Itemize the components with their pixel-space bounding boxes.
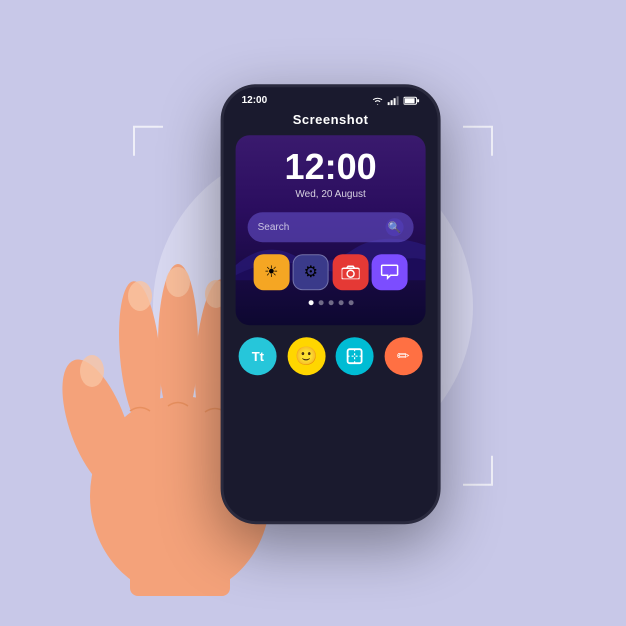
dot-5	[348, 300, 353, 305]
dot-1	[308, 300, 313, 305]
phone-mockup: 12:00	[221, 84, 441, 524]
messages-icon	[381, 264, 399, 280]
battery-icon	[404, 96, 420, 105]
status-icons	[372, 96, 420, 105]
status-time: 12:00	[242, 95, 268, 106]
clock-date: Wed, 20 August	[248, 189, 414, 200]
bottom-toolbar: Tt 🙂 ✏	[224, 329, 438, 379]
search-bar[interactable]: Search 🔍	[248, 212, 414, 242]
app-grid: ☀ ⚙	[248, 254, 414, 290]
search-icon[interactable]: 🔍	[386, 218, 404, 236]
app-icon-camera[interactable]	[332, 254, 368, 290]
toolbar-crop-btn[interactable]	[336, 337, 374, 375]
dot-2	[318, 300, 323, 305]
app-icon-settings[interactable]: ⚙	[293, 254, 329, 290]
signal-icon	[388, 96, 400, 105]
page-dots	[248, 300, 414, 305]
search-placeholder: Search	[258, 222, 386, 233]
corner-tr	[463, 126, 493, 156]
phone-body: 12:00	[221, 84, 441, 524]
app-icon-weather[interactable]: ☀	[253, 254, 289, 290]
clock-area: 12:00 Wed, 20 August Search 🔍 ☀ ⚙	[236, 135, 426, 325]
wifi-icon	[372, 96, 384, 105]
app-icon-messages[interactable]	[372, 254, 408, 290]
clock-display: 12:00	[248, 149, 414, 185]
toolbar-emoji-btn[interactable]: 🙂	[287, 337, 325, 375]
corner-tl	[133, 126, 163, 156]
status-bar: 12:00	[224, 87, 438, 110]
corner-br	[463, 456, 493, 486]
screen-title: Screenshot	[224, 110, 438, 135]
dot-3	[328, 300, 333, 305]
toolbar-text-btn[interactable]: Tt	[239, 337, 277, 375]
crop-icon	[346, 347, 364, 365]
toolbar-draw-btn[interactable]: ✏	[384, 337, 422, 375]
camera-icon	[341, 265, 359, 279]
dot-4	[338, 300, 343, 305]
